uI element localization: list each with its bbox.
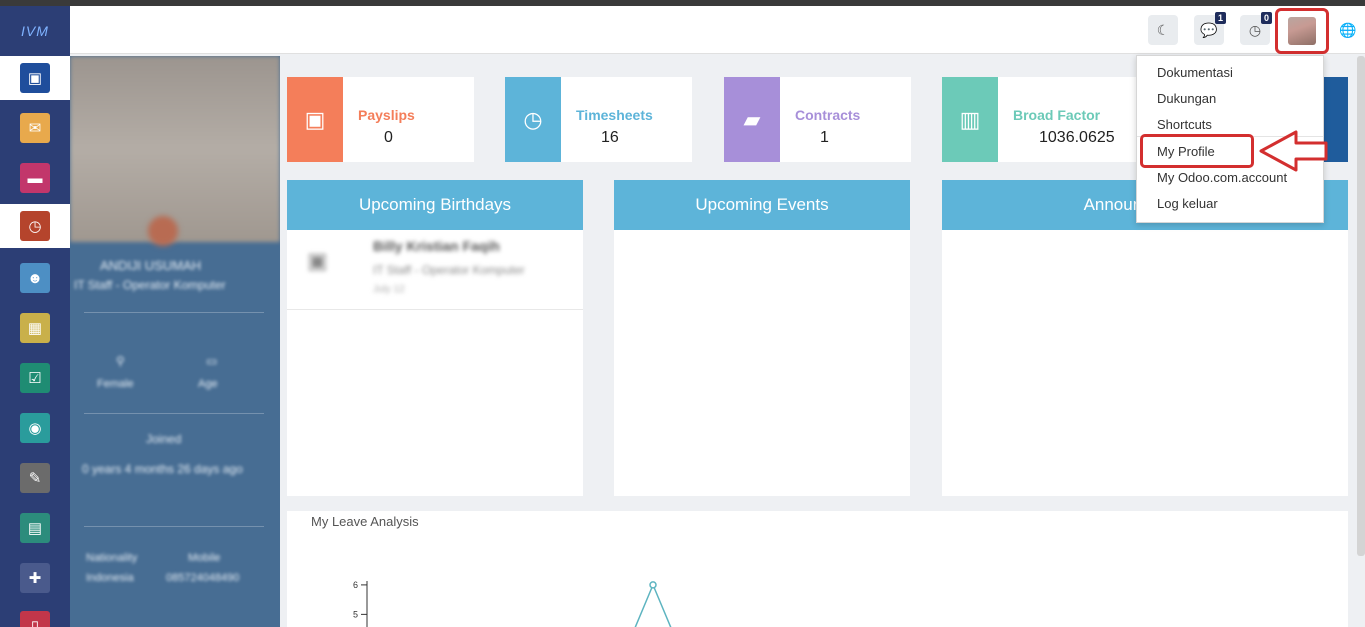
activities-badge: 0	[1260, 12, 1272, 24]
chat-icon: ▬	[20, 163, 50, 193]
employee-tenure: 0 years 4 months 26 days ago	[82, 462, 243, 476]
leave-analysis-chart: 65	[353, 580, 672, 627]
app-apps[interactable]: ✚	[0, 556, 70, 600]
announcements-panel: Announcements	[942, 180, 1348, 496]
menu-item-shortcuts[interactable]: Shortcuts	[1157, 117, 1212, 132]
menu-item-documentation[interactable]: Dokumentasi	[1157, 65, 1233, 80]
nationality-label: Nationality	[86, 552, 138, 564]
stat-card-contracts[interactable]: ▰ Contracts 1	[724, 77, 911, 162]
birthday-name: Billy Kristian Faqih	[373, 238, 500, 254]
panel-header: Upcoming Birthdays	[287, 180, 583, 230]
user-menu-button[interactable]	[1275, 8, 1329, 54]
stat-label: Payslips	[358, 107, 415, 123]
divider	[84, 526, 264, 527]
clock-icon: ◷	[1248, 21, 1262, 38]
globe-icon: 🌐	[1339, 21, 1357, 38]
app-discuss[interactable]: ▬	[0, 156, 70, 200]
stat-value: 1	[820, 129, 829, 146]
stat-label: Contracts	[795, 107, 861, 123]
calendar-icon: ▦	[20, 313, 50, 343]
birthday-row[interactable]: ▣ Billy Kristian Faqih IT Staff - Operat…	[287, 230, 583, 310]
menu-item-logout[interactable]: Log keluar	[1157, 196, 1218, 211]
menu-item-support[interactable]: Dukungan	[1157, 91, 1216, 106]
envelope-icon: ✉	[20, 113, 50, 143]
divider	[84, 413, 264, 414]
employee-name: ANDIJI USUMAH	[100, 258, 202, 273]
chat-bubble-icon: 💬	[1200, 21, 1218, 38]
stat-label: Broad Factor	[1013, 107, 1101, 123]
leave-analysis-card: My Leave Analysis 65	[287, 511, 1348, 627]
moon-icon: ☾	[1156, 21, 1170, 38]
profile-photo-face	[148, 216, 178, 246]
language-button[interactable]: 🌐	[1333, 15, 1363, 45]
bar-chart-icon: ▥	[942, 77, 998, 162]
stat-card-payslips[interactable]: ▣ Payslips 0	[287, 77, 474, 162]
series-line	[634, 582, 672, 627]
page-scrollbar[interactable]	[1357, 56, 1365, 556]
mobile-value: 085724048490	[166, 572, 240, 584]
puzzle-icon: ✚	[20, 563, 50, 593]
gauge-icon: ◉	[20, 413, 50, 443]
activities-button[interactable]: ◷ 0	[1240, 12, 1272, 45]
messages-button[interactable]: 💬 1	[1194, 12, 1226, 45]
company-logo[interactable]: IVM	[0, 6, 70, 56]
upcoming-events-panel: Upcoming Events	[614, 180, 910, 496]
joined-label: Joined	[146, 432, 182, 446]
camera-icon: ▣	[307, 248, 328, 273]
stat-value: 0	[384, 129, 393, 146]
upcoming-birthdays-panel: Upcoming Birthdays ▣ Billy Kristian Faqi…	[287, 180, 583, 496]
app-contacts[interactable]: ▤	[0, 506, 70, 550]
app-dashboard-gauge[interactable]: ◉	[0, 406, 70, 450]
app-sidebar: IVM ▣ ✉ ▬ ◷ ☻ ▦ ☑ ◉ ✎ ▤ ✚ ▯	[0, 6, 70, 627]
book-icon: ▰	[724, 77, 780, 162]
stat-label: Timesheets	[576, 107, 653, 123]
birthday-date: July 12	[373, 284, 405, 295]
birthday-job: IT Staff - Operator Komputer	[373, 263, 525, 277]
user-clock-icon: ☻	[20, 263, 50, 293]
my-profile-highlight	[1140, 134, 1254, 168]
app-notes[interactable]: ✎	[0, 456, 70, 500]
nationality-value: Indonesia	[86, 572, 134, 584]
employee-age: Age	[198, 378, 218, 390]
stopwatch-icon: ◷	[20, 211, 50, 241]
document-icon: ▯	[20, 611, 50, 627]
divider	[84, 312, 264, 313]
app-calendar[interactable]: ▦	[0, 306, 70, 350]
checklist-icon: ☑	[20, 363, 50, 393]
edit-icon: ✎	[20, 463, 50, 493]
app-appraisal[interactable]: ☑	[0, 356, 70, 400]
profile-photo	[70, 56, 280, 242]
app-dashboard[interactable]: ▣	[0, 56, 70, 100]
stat-card-timesheets[interactable]: ◷ Timesheets 16	[505, 77, 692, 162]
clock-icon: ◷	[505, 77, 561, 162]
panel-header: Upcoming Events	[614, 180, 910, 230]
messages-badge: 1	[1214, 12, 1226, 24]
monitor-icon: ▣	[20, 63, 50, 93]
location-icon: ⚲	[116, 354, 125, 368]
y-tick-label: 5	[353, 609, 358, 619]
stat-value: 1036.0625	[1039, 129, 1115, 146]
employee-profile-panel: ANDIJI USUMAH IT Staff - Operator Komput…	[70, 56, 280, 627]
employee-gender: Female	[97, 378, 134, 390]
contact-card-icon: ▤	[20, 513, 50, 543]
employee-job: IT Staff - Operator Komputer	[74, 278, 226, 292]
calendar-small-icon: ▭	[206, 354, 218, 368]
app-timesheet[interactable]: ◷	[0, 204, 70, 248]
app-more[interactable]: ▯	[0, 604, 70, 627]
avatar	[1288, 17, 1316, 45]
logo-text: IVM	[21, 23, 49, 39]
app-attendance[interactable]: ☻	[0, 256, 70, 300]
top-bar: ☾ 💬 1 ◷ 0 🌐	[70, 6, 1365, 54]
stat-card-broad-factor[interactable]: ▥ Broad Factor 1036.0625	[942, 77, 1136, 162]
stat-value: 16	[601, 129, 619, 146]
data-point[interactable]	[649, 581, 657, 589]
mobile-label: Mobile	[188, 552, 221, 564]
money-icon: ▣	[287, 77, 343, 162]
app-mail[interactable]: ✉	[0, 106, 70, 150]
y-tick-label: 6	[353, 580, 358, 590]
dark-mode-button[interactable]: ☾	[1148, 15, 1178, 45]
annotation-arrow-icon	[1259, 130, 1328, 172]
